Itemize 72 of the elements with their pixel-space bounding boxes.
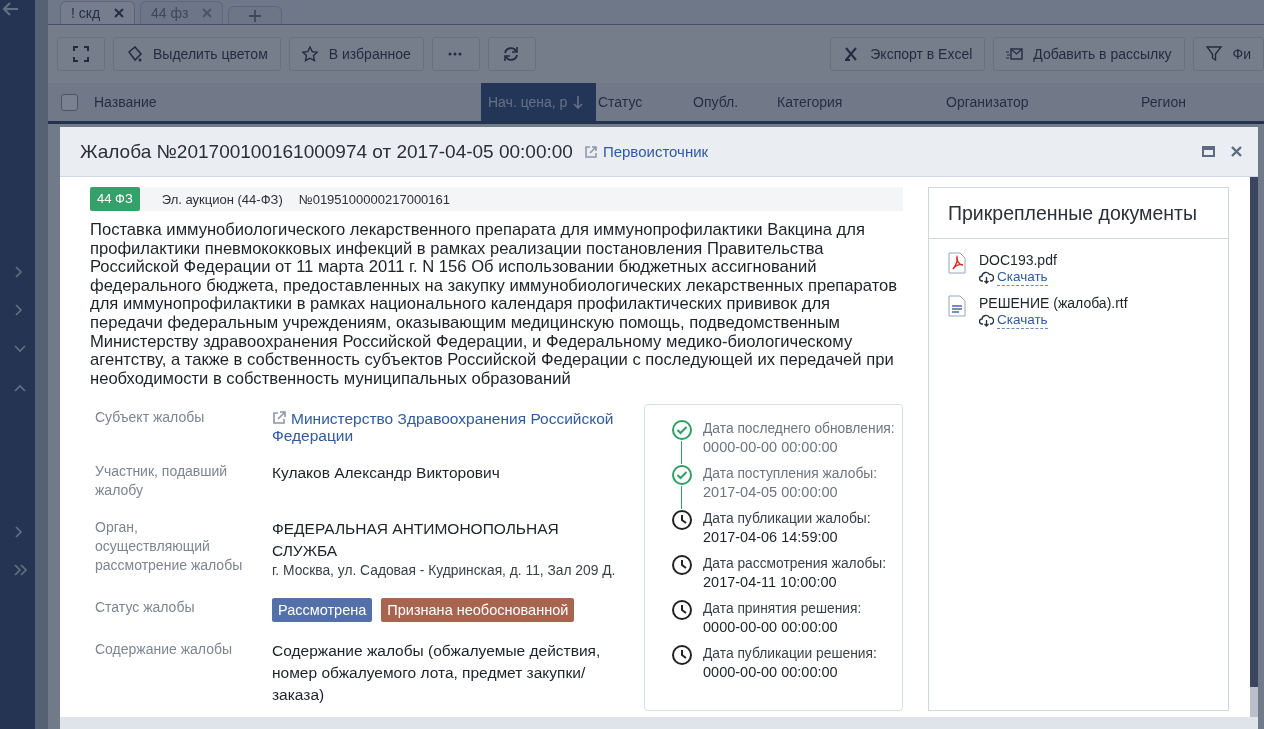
subject-link[interactable]: Министерство Здравоохранения Российской Федерации	[272, 410, 622, 445]
organization-address: г. Москва, ул. Садовая - Кудринская, д. 11, Зал 209 Д.	[272, 562, 617, 581]
filter-icon	[1205, 46, 1223, 62]
mail-icon	[1006, 46, 1024, 62]
file-name: DOC193.pdf	[979, 251, 1057, 269]
field-label: Содержание жалобы	[95, 640, 234, 660]
refresh-button[interactable]	[487, 37, 536, 71]
toolbar-button[interactable]: Фи	[1192, 37, 1264, 71]
close-icon[interactable]	[1231, 146, 1242, 157]
column-header[interactable]: Регион	[1141, 83, 1186, 121]
procedure-type: Эл. аукцион (44-ФЗ)	[161, 191, 283, 207]
date-label: Дата рассмотрения жалобы:	[703, 555, 887, 574]
field-label: Участник, подавший жалобу	[95, 462, 229, 501]
fullscreen-button[interactable]	[57, 37, 105, 71]
source-link[interactable]: Первоисточник	[584, 143, 709, 160]
field-label: Субъект жалобы	[95, 408, 206, 428]
date-label: Дата поступления жалобы:	[703, 465, 878, 484]
fullscreen-icon	[72, 46, 90, 62]
panel-title: Прикрепленные документы	[929, 188, 1228, 239]
date-value: 2017-04-11 10:00:00	[703, 573, 838, 593]
toolbar-button[interactable]: Экспорт в Excel	[830, 37, 986, 71]
date-value: 0000-00-00 00:00:00	[703, 438, 839, 458]
file-name: РЕШЕНИЕ (жалоба).rtf	[979, 294, 1128, 312]
double-chevron-icon	[14, 564, 27, 576]
date-label: Дата принятия решения:	[703, 600, 862, 619]
download-link[interactable]: Скачать	[979, 312, 1128, 329]
description: Поставка иммунобиологического лекарственного препарата для иммунопрофилактики Вакцина для профилактики пневмококковых инфекций в рамках реализации постановления Правительства Российской Федерации от 11 марта 2011 г. N 156 Об использовании бюджетных ассигнований федерального бюджета, предоставленных на закупку иммунобиологических лекарственных препаратов для иммунопрофилактики в рамках национального календаря профилактических прививок для передачи федеральным учреждениям, оказывающим медицинскую помощь, подведомственным Министерству здравоохранения Российской Федерации, и Федеральному медико-биологическому агентству, а также в собственность субъектов Российской Федерации с последующей их передачей при необходимости в собственность муниципальных образований	[90, 221, 899, 389]
date-value: 0000-00-00 00:00:00	[703, 618, 839, 638]
close-icon[interactable]	[114, 8, 125, 18]
field-label: Орган, осуществляющий рассмотрение жалобы	[95, 518, 244, 576]
date-label: Дата последнего обновления:	[703, 420, 895, 439]
status-tag: Рассмотрена	[272, 598, 373, 623]
cloud-download-icon	[979, 271, 994, 284]
pdf-file-icon	[948, 252, 966, 274]
tab[interactable]: ! скд	[60, 1, 136, 24]
date-value: 2017-04-06 14:59:00	[703, 528, 839, 548]
column-header[interactable]: Название	[94, 83, 481, 121]
law-badge: 44 ФЗ	[90, 187, 140, 211]
column-header[interactable]: Организатор	[946, 83, 1141, 121]
date-label: Дата публикации решения:	[703, 645, 877, 664]
field-label: Статус жалобы	[95, 598, 196, 618]
toolbar-button[interactable]: Добавить в рассылку	[993, 37, 1185, 71]
maximize-icon[interactable]	[1202, 146, 1215, 157]
column-header[interactable]: Статус	[596, 83, 693, 121]
external-link-icon	[272, 411, 286, 426]
dialog-title: Жалоба №201700100161000974 от 2017-04-05 00:00:00	[80, 140, 573, 163]
add-tab-button[interactable]	[228, 6, 283, 24]
cloud-download-icon	[979, 314, 994, 327]
toolbar-button[interactable]: Выделить цветом	[113, 37, 281, 71]
star-icon	[301, 46, 319, 62]
plus-icon	[249, 9, 262, 22]
status-tag: Признана необоснованной	[381, 598, 575, 623]
date-label: Дата публикации жалобы:	[703, 510, 871, 529]
paint-bucket-icon	[126, 46, 143, 62]
document-icon	[948, 295, 966, 317]
date-value: 2017-04-05 00:00:00	[703, 483, 839, 503]
checkbox[interactable]	[61, 93, 78, 111]
back-arrow-icon	[3, 2, 19, 16]
column-header[interactable]: Категория	[777, 83, 946, 121]
scrollbar[interactable]	[1250, 177, 1258, 717]
purchase-number: №0195100000217000161	[298, 191, 451, 207]
organization-name: ФЕДЕРАЛЬНАЯ АНТИМОНОПОЛЬНАЯ СЛУЖБА	[272, 519, 560, 562]
external-link-icon	[584, 145, 597, 158]
date-value: 0000-00-00 00:00:00	[703, 663, 839, 683]
toolbar-button[interactable]: В избранное	[288, 37, 424, 71]
column-header[interactable]: Опубл.	[693, 83, 777, 121]
refresh-icon	[503, 46, 521, 62]
column-header[interactable]: Нач. цена, р	[481, 83, 596, 121]
download-link[interactable]: Скачать	[979, 269, 1057, 286]
field-value: Кулаков Александр Викторович	[272, 463, 501, 484]
sort-down-icon	[573, 95, 584, 109]
field-value: Содержание жалобы (обжалуемые действия, номер обжалуемого лота, предмет закупки/ заказа)	[272, 641, 602, 706]
